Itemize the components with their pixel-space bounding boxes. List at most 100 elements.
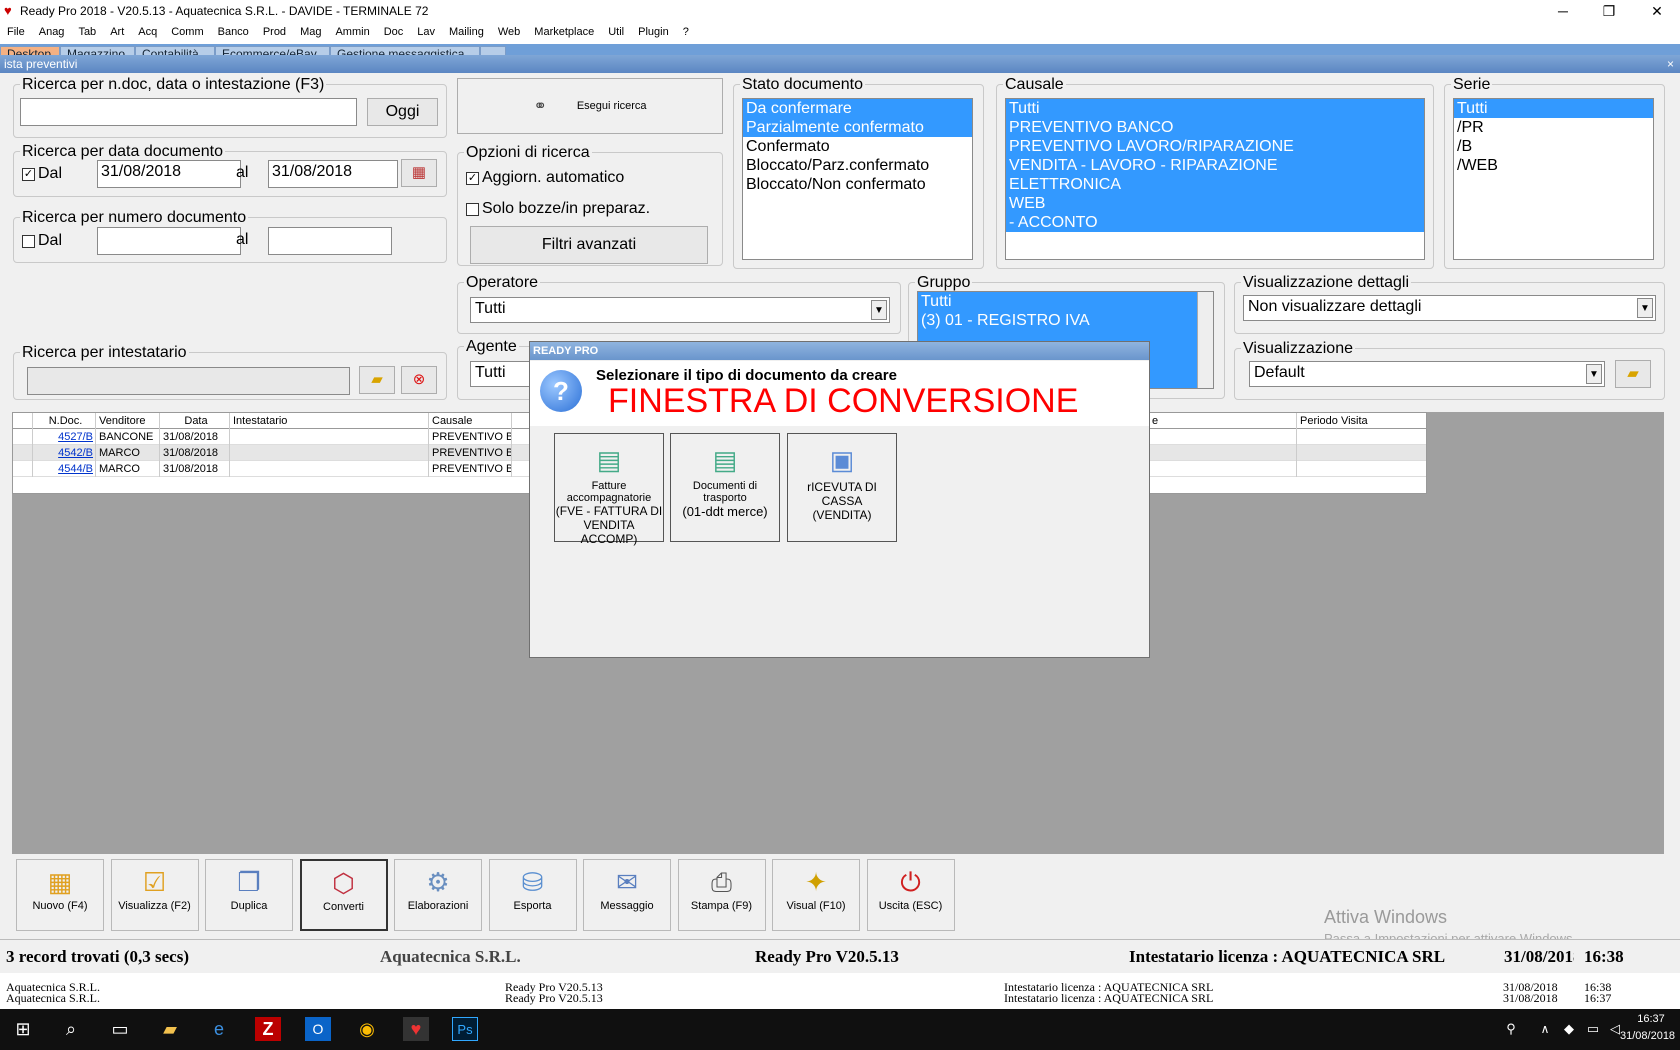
menu-item-11[interactable]: Lav <box>410 22 442 38</box>
clock-time[interactable]: 16:37 <box>1624 1013 1678 1025</box>
operator-dropdown[interactable]: Tutti ▼ <box>470 297 890 323</box>
status-list[interactable]: Da confermare Parzialmente confermato Conf… <box>742 98 973 260</box>
drafts-only-checkbox[interactable]: Solo bozze/in preparaz. <box>466 200 650 218</box>
dropbox-icon[interactable]: ◆ <box>1556 1017 1582 1041</box>
menu-item-0[interactable]: File <box>0 22 32 38</box>
toolbar-button-6[interactable]: ✉ Messaggio <box>583 859 671 931</box>
people-icon[interactable]: ⚲ <box>1498 1017 1524 1041</box>
folder-icon[interactable]: ▰ <box>1615 360 1651 388</box>
details-view-dropdown[interactable]: Non visualizzare dettagli ▼ <box>1243 295 1656 321</box>
doc-number-link[interactable]: 4527/B <box>33 429 96 445</box>
column-header[interactable]: N.Doc. <box>33 413 96 429</box>
causale-list-item[interactable]: PREVENTIVO BANCO <box>1006 118 1424 137</box>
menu-item-2[interactable]: Tab <box>71 22 103 38</box>
column-header[interactable]: Data <box>160 413 230 429</box>
causale-list-item[interactable]: ELETTRONICA <box>1006 175 1424 194</box>
menu-item-15[interactable]: Util <box>601 22 631 38</box>
menu-item-17[interactable]: ? <box>676 22 696 38</box>
causale-list-item[interactable]: WEB <box>1006 194 1424 213</box>
date-to-input[interactable]: 31/08/2018 <box>268 160 398 188</box>
holder-search-input[interactable] <box>27 367 350 395</box>
series-list-item[interactable]: /PR <box>1454 118 1653 137</box>
toolbar-button-2[interactable]: ❐ Duplica <box>205 859 293 931</box>
status-list-item[interactable]: Confermato <box>743 137 972 156</box>
convert-invoice-button[interactable]: ▤ Fatture accompagnatorie (FVE - FATTURA… <box>554 433 664 546</box>
series-list-item[interactable]: /WEB <box>1454 156 1653 175</box>
toolbar-button-0[interactable]: ▦ Nuovo (F4) <box>16 859 104 931</box>
causale-list-item[interactable]: Tutti <box>1006 99 1424 118</box>
close-button[interactable]: ✕ <box>1634 0 1680 22</box>
menu-item-9[interactable]: Ammin <box>328 22 376 38</box>
photoshop-icon[interactable]: Ps <box>452 1017 478 1041</box>
search-icon[interactable]: ⌕ <box>58 1017 84 1041</box>
menu-item-12[interactable]: Mailing <box>442 22 491 38</box>
series-list-item[interactable]: Tutti <box>1454 99 1653 118</box>
doc-number-link[interactable]: 4544/B <box>33 461 96 477</box>
doc-number-link[interactable]: 4542/B <box>33 445 96 461</box>
panel-close-icon[interactable]: × <box>1667 55 1674 73</box>
filezilla-icon[interactable]: Z <box>255 1017 281 1041</box>
edge-icon[interactable]: e <box>206 1017 232 1041</box>
search-ndoc-input[interactable] <box>20 98 357 126</box>
toolbar-button-4[interactable]: ⚙ Elaborazioni <box>394 859 482 931</box>
number-from-checkbox[interactable]: Dal <box>22 232 62 250</box>
clock-date[interactable]: 31/08/2018 <box>1620 1030 1675 1042</box>
maximize-button[interactable]: ❐ <box>1586 0 1632 22</box>
folder-icon[interactable]: ▰ <box>359 366 395 394</box>
menu-item-16[interactable]: Plugin <box>631 22 676 38</box>
status-list-item[interactable]: Bloccato/Non confermato <box>743 175 972 194</box>
menu-item-13[interactable]: Web <box>491 22 527 38</box>
view-dropdown[interactable]: Default ▼ <box>1249 361 1605 387</box>
calendar-icon[interactable]: ▦ <box>401 159 437 187</box>
status-list-item[interactable]: Da confermare <box>743 99 972 118</box>
status-list-item[interactable]: Parzialmente confermato <box>743 118 972 137</box>
convert-ddt-button[interactable]: ▤ Documenti di trasporto (01-ddt merce) <box>670 433 780 542</box>
convert-receipt-button[interactable]: ▣ rICEVUTA DI CASSA (VENDITA) <box>787 433 897 542</box>
auto-update-checkbox[interactable]: ✓ Aggiorn. automatico <box>466 169 624 187</box>
menu-item-6[interactable]: Banco <box>211 22 256 38</box>
toolbar-button-3[interactable]: ⬡ Converti <box>299 859 388 931</box>
series-list[interactable]: Tutti/PR/B/WEB <box>1453 98 1654 260</box>
column-header[interactable]: Intestatario <box>230 413 429 429</box>
task-view-icon[interactable]: ▭ <box>107 1017 133 1041</box>
menu-item-14[interactable]: Marketplace <box>527 22 601 38</box>
column-header[interactable] <box>13 413 33 429</box>
menu-item-8[interactable]: Mag <box>293 22 328 38</box>
menu-item-7[interactable]: Prod <box>256 22 293 38</box>
file-explorer-icon[interactable]: ▰ <box>157 1017 183 1041</box>
column-header[interactable]: Causale <box>429 413 512 429</box>
column-header[interactable]: e <box>1149 413 1297 429</box>
group-scrollbar[interactable] <box>1197 292 1213 388</box>
menu-item-3[interactable]: Art <box>103 22 131 38</box>
causale-list-item[interactable]: PREVENTIVO LAVORO/RIPARAZIONE <box>1006 137 1424 156</box>
status-list-item[interactable]: Bloccato/Parz.confermato <box>743 156 972 175</box>
windows-start-icon[interactable]: ⊞ <box>10 1017 36 1041</box>
today-button[interactable]: Oggi <box>367 98 438 126</box>
menu-item-4[interactable]: Acq <box>131 22 164 38</box>
toolbar-button-7[interactable]: ⎙ Stampa (F9) <box>677 859 766 931</box>
menu-item-10[interactable]: Doc <box>377 22 411 38</box>
chevron-up-icon[interactable]: ∧ <box>1532 1017 1558 1041</box>
causale-list-item[interactable]: - ACCONTO <box>1006 213 1424 232</box>
ready-pro-icon[interactable]: ♥ <box>403 1017 429 1041</box>
menu-item-1[interactable]: Anag <box>32 22 72 38</box>
column-header[interactable]: Periodo Visita <box>1297 413 1428 429</box>
causale-list[interactable]: Tutti PREVENTIVO BANCO PREVENTIVO LAVORO/R… <box>1005 98 1425 260</box>
date-from-input[interactable]: 31/08/2018 <box>97 160 241 188</box>
group-list-item[interactable]: Tutti <box>918 292 1213 311</box>
column-header[interactable]: Venditore <box>96 413 160 429</box>
number-to-input[interactable] <box>268 227 392 255</box>
outlook-icon[interactable]: O <box>305 1017 331 1041</box>
date-from-checkbox[interactable]: ✓ Dal <box>22 165 62 183</box>
toolbar-button-5[interactable]: ⛁ Esporta <box>488 859 577 931</box>
series-list-item[interactable]: /B <box>1454 137 1653 156</box>
menu-item-5[interactable]: Comm <box>164 22 210 38</box>
number-from-input[interactable] <box>97 227 241 255</box>
minimize-button[interactable]: ─ <box>1540 0 1586 22</box>
clear-icon[interactable]: ⊗ <box>401 366 437 394</box>
chrome-icon[interactable]: ◉ <box>354 1017 380 1041</box>
run-search-button[interactable]: ⚭ Esegui ricerca <box>457 78 723 134</box>
group-list-item[interactable]: (3) 01 - REGISTRO IVA <box>918 311 1213 330</box>
toolbar-button-9[interactable]: ⏻ Uscita (ESC) <box>866 859 955 931</box>
advanced-filters-button[interactable]: Filtri avanzati <box>470 226 708 264</box>
